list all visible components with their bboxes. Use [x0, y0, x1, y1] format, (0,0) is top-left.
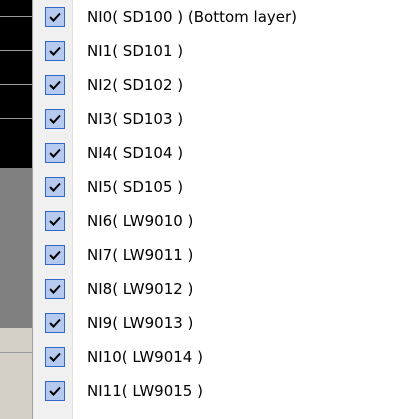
menu-item-layer[interactable]: NI1( SD101 ): [33, 34, 405, 68]
menu-item-label: NI3( SD103 ): [87, 110, 184, 128]
menu-item-label: NI8( LW9012 ): [87, 280, 194, 298]
menu-item-layer[interactable]: NI3( SD103 ): [33, 102, 405, 136]
checkmark-icon: [45, 313, 65, 333]
checkmark-icon: [45, 109, 65, 129]
layer-visibility-menu: NI0( SD100 ) (Bottom layer) NI1( SD101 ) N…: [32, 0, 406, 419]
background-divider: [0, 118, 32, 119]
menu-item-layer[interactable]: NI7( LW9011 ): [33, 238, 405, 272]
checkmark-icon: [45, 41, 65, 61]
checkmark-icon: [45, 381, 65, 401]
menu-item-label: NI1( SD101 ): [87, 42, 184, 60]
checkmark-icon: [45, 7, 65, 27]
menu-item-layer[interactable]: NI2( SD102 ): [33, 68, 405, 102]
background-divider: [0, 16, 32, 17]
menu-item-label: NI9( LW9013 ): [87, 314, 194, 332]
background-light-panel: [0, 328, 32, 419]
menu-item-label: NI7( LW9011 ): [87, 246, 194, 264]
background-divider: [0, 50, 32, 51]
menu-item-label: NI0( SD100 ) (Bottom layer): [87, 8, 298, 26]
menu-item-label: NI5( SD105 ): [87, 178, 184, 196]
background-window-strip: [0, 0, 32, 419]
checkmark-icon: [45, 211, 65, 231]
menu-item-label: NI4( SD104 ): [87, 144, 184, 162]
menu-item-layer[interactable]: NI6( LW9010 ): [33, 204, 405, 238]
menu-item-layer[interactable]: NI8( LW9012 ): [33, 272, 405, 306]
background-divider: [0, 352, 32, 353]
menu-item-layer[interactable]: NI4( SD104 ): [33, 136, 405, 170]
menu-item-layer[interactable]: NI10( LW9014 ): [33, 340, 405, 374]
background-gray-panel: [0, 168, 32, 328]
checkmark-icon: [45, 177, 65, 197]
menu-item-layer[interactable]: NI9( LW9013 ): [33, 306, 405, 340]
menu-item-label: NI2( SD102 ): [87, 76, 184, 94]
menu-item-layer[interactable]: NI11( LW9015 ): [33, 374, 405, 408]
menu-item-label: NI10( LW9014 ): [87, 348, 203, 366]
menu-item-layer[interactable]: NI0( SD100 ) (Bottom layer): [33, 0, 405, 34]
checkmark-icon: [45, 143, 65, 163]
menu-item-label: NI11( LW9015 ): [87, 382, 203, 400]
checkmark-icon: [45, 279, 65, 299]
checkmark-icon: [45, 75, 65, 95]
checkmark-icon: [45, 245, 65, 265]
checkmark-icon: [45, 347, 65, 367]
menu-item-label: NI6( LW9010 ): [87, 212, 194, 230]
background-divider: [0, 84, 32, 85]
menu-item-layer[interactable]: NI5( SD105 ): [33, 170, 405, 204]
